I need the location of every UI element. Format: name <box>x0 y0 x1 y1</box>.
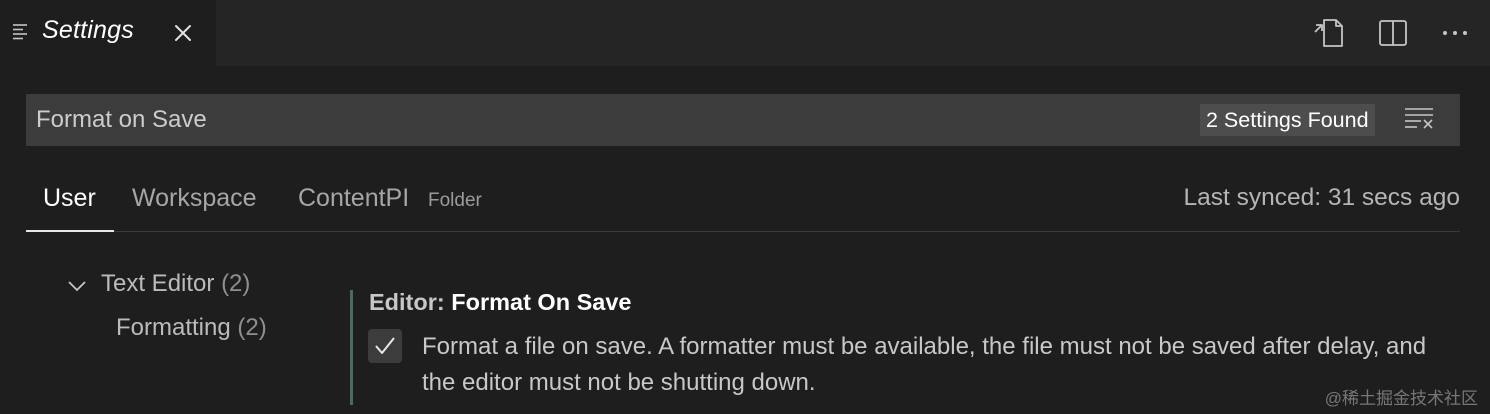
open-json-icon[interactable] <box>1312 16 1346 50</box>
settings-editor: Settings Format on Save 2 Settings Found… <box>0 0 1490 414</box>
editor-tab-bar: Settings <box>0 0 1490 66</box>
folder-hint: Folder <box>428 190 482 211</box>
format-on-save-checkbox[interactable] <box>368 329 402 363</box>
tab-folder-contentpi[interactable]: ContentPI <box>298 184 409 213</box>
active-tab-indicator <box>26 230 114 232</box>
settings-found-count: 2 Settings Found <box>1200 104 1375 136</box>
toc-formatting[interactable]: Formatting (2) <box>116 314 267 342</box>
settings-tab[interactable]: Settings <box>0 0 216 66</box>
setting-title: Editor: Format On Save <box>369 289 631 316</box>
settings-editor-icon <box>13 24 27 40</box>
tab-title: Settings <box>42 16 134 44</box>
scope-tab-bar: User Workspace ContentPI Folder Last syn… <box>26 176 1460 232</box>
toc-text-editor-label: Text Editor <box>101 270 215 297</box>
scope-tab-divider <box>26 231 1460 232</box>
split-editor-icon[interactable] <box>1376 16 1410 50</box>
settings-search-box: 2 Settings Found <box>26 94 1460 146</box>
setting-category: Editor: <box>369 289 452 315</box>
ellipsis-icon[interactable] <box>1438 16 1472 50</box>
clear-filter-icon[interactable] <box>1404 106 1434 132</box>
watermark: @稀土掘金技术社区 <box>1324 389 1478 408</box>
toc-formatting-count: (2) <box>237 314 267 341</box>
toc-text-editor-count: (2) <box>221 270 251 297</box>
sync-status: Last synced: 31 secs ago <box>1183 184 1460 211</box>
setting-description: Format a file on save. A formatter must … <box>422 333 1427 396</box>
setting-focus-indicator <box>350 290 353 405</box>
toc-formatting-label: Formatting <box>116 314 231 341</box>
tab-workspace[interactable]: Workspace <box>132 184 257 213</box>
close-icon[interactable] <box>172 22 194 44</box>
tab-user[interactable]: User <box>43 184 96 213</box>
chevron-down-icon[interactable] <box>66 278 88 294</box>
check-icon <box>375 337 395 354</box>
setting-name: Format On Save <box>451 289 632 315</box>
search-input[interactable] <box>26 94 1176 146</box>
toc-text-editor[interactable]: Text Editor (2) <box>101 270 250 298</box>
